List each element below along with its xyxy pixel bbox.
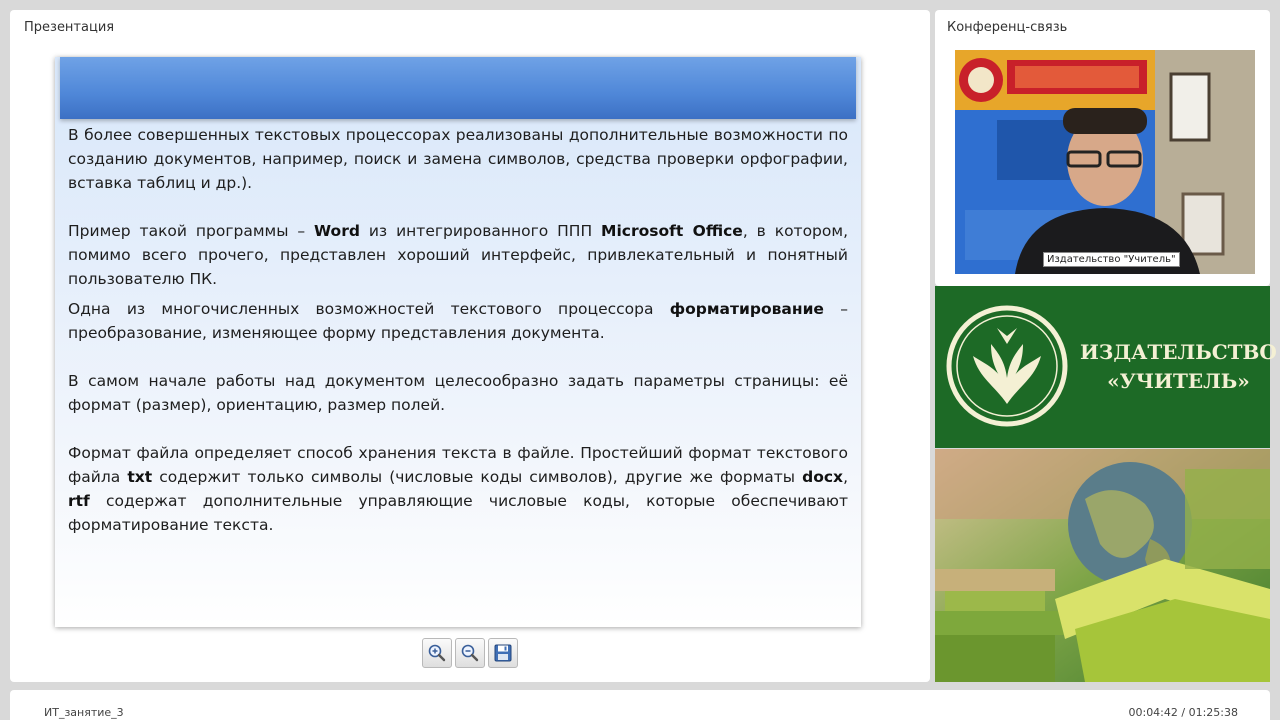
publisher-name-line2: «УЧИТЕЛЬ» — [1107, 369, 1250, 393]
publisher-name-line1: ИЗДАТЕЛЬСТВО — [1080, 340, 1277, 364]
video-caption: Издательство "Учитель" — [1043, 252, 1180, 267]
presentation-title: Презентация — [24, 20, 115, 35]
floppy-disk-icon — [494, 644, 512, 662]
lesson-title: ИТ_занятие_3 — [44, 706, 124, 719]
slide-text-run: , — [843, 468, 848, 486]
slide-text-run: Одна из многочисленных возможностей текс… — [68, 300, 670, 318]
slide-text-run: В более совершенных текстовых процессора… — [68, 126, 848, 192]
slide-paragraph: Одна из многочисленных возможностей текс… — [68, 297, 848, 345]
slide-bold-term: rtf — [68, 492, 90, 510]
slide: В более совершенных текстовых процессора… — [55, 57, 861, 627]
slide-bold-term: Microsoft Office — [601, 222, 743, 240]
status-bar: ИТ_занятие_3 00:04:42 / 01:25:38 — [10, 690, 1270, 720]
books-globe-picture — [935, 449, 1270, 682]
slide-paragraph: Формат файла определяет способ хранения … — [68, 441, 848, 537]
zoom-out-icon — [461, 644, 479, 662]
slide-text-run: содержат дополнительные управляющие числ… — [68, 492, 848, 534]
publisher-name: ИЗДАТЕЛЬСТВО «УЧИТЕЛЬ» — [1080, 338, 1277, 396]
video-feed[interactable]: Издательство "Учитель" — [955, 50, 1255, 274]
zoom-in-icon — [428, 644, 446, 662]
slide-body: В более совершенных текстовых процессора… — [68, 123, 848, 537]
books-globe-image — [935, 449, 1270, 682]
zoom-out-button[interactable] — [455, 638, 485, 668]
slide-header-bar — [60, 57, 856, 119]
presentation-panel: Презентация В более совершенных текстовы… — [10, 10, 930, 682]
playback-time: 00:04:42 / 01:25:38 — [1128, 706, 1238, 719]
slide-text-run: из интегрированного ППП — [359, 222, 602, 240]
publisher-logo-icon — [946, 305, 1068, 427]
save-button[interactable] — [488, 638, 518, 668]
slide-bold-term: txt — [127, 468, 153, 486]
conference-title: Конференц-связь — [947, 20, 1068, 35]
slide-text-run: содержит только символы (числовые коды с… — [152, 468, 803, 486]
slide-text-run: В самом начале работы над документом цел… — [68, 372, 848, 414]
slide-bold-term: форматирование — [669, 300, 824, 318]
slide-paragraph: Пример такой программы – Word из интегри… — [68, 219, 848, 291]
slide-paragraph: В более совершенных текстовых процессора… — [68, 123, 848, 195]
slide-text-run: Пример такой программы – — [68, 222, 315, 240]
slide-bold-term: docx — [802, 468, 844, 486]
speaker-video-image — [955, 50, 1255, 274]
publisher-banner: ИЗДАТЕЛЬСТВО «УЧИТЕЛЬ» — [935, 286, 1277, 448]
conference-panel: Конференц-связь Издательство "Учитель" — [935, 10, 1270, 286]
slide-paragraph: В самом начале работы над документом цел… — [68, 369, 848, 417]
slide-bold-term: Word — [314, 222, 360, 240]
zoom-in-button[interactable] — [422, 638, 452, 668]
